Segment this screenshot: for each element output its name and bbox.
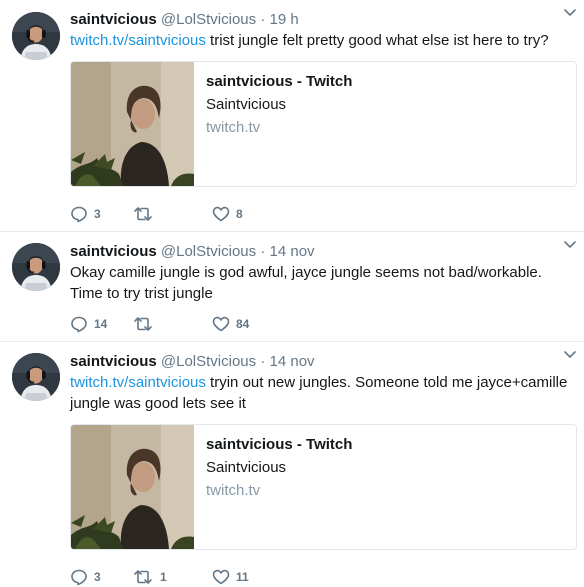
tweet[interactable]: saintvicious @LolStvicious · 14 nov Okay… xyxy=(0,232,584,342)
reply-button[interactable]: 3 xyxy=(70,568,132,586)
tweet-actions: 3 1 11 xyxy=(70,567,249,587)
like-button[interactable]: 8 xyxy=(212,205,243,223)
card-title: saintvicious - Twitch xyxy=(206,73,353,90)
user-name[interactable]: saintvicious xyxy=(70,11,157,28)
card-description: Saintvicious xyxy=(206,459,287,476)
retweet-icon xyxy=(134,317,152,331)
reply-count: 14 xyxy=(94,317,108,331)
card-body: saintvicious - Twitch Saintvicious twitc… xyxy=(206,72,566,138)
like-button[interactable]: 84 xyxy=(212,315,249,333)
heart-icon xyxy=(212,316,230,332)
reply-count: 3 xyxy=(94,207,101,221)
separator-dot: · xyxy=(260,243,266,260)
link-card[interactable]: saintvicious - Twitch Saintvicious twitc… xyxy=(70,424,577,550)
tweet[interactable]: saintvicious @LolStvicious · 14 nov twit… xyxy=(0,342,584,586)
reply-count: 3 xyxy=(94,570,101,584)
reply-button[interactable]: 3 xyxy=(70,205,132,223)
avatar[interactable] xyxy=(12,243,60,291)
separator-dot: · xyxy=(260,11,266,28)
tweet-content: saintvicious @LolStvicious · 14 nov Okay… xyxy=(70,242,574,333)
card-thumbnail xyxy=(71,425,194,549)
chevron-down-icon[interactable] xyxy=(562,346,578,362)
tweet-timestamp[interactable]: 19 h xyxy=(270,11,299,28)
tweet-header: saintvicious @LolStvicious · 19 h xyxy=(70,10,574,30)
tweet-header: saintvicious @LolStvicious · 14 nov xyxy=(70,352,574,372)
card-description: Saintvicious xyxy=(206,96,287,113)
user-name[interactable]: saintvicious xyxy=(70,243,157,260)
tweet-body: trist jungle felt pretty good what else … xyxy=(205,32,549,49)
reply-icon xyxy=(71,569,87,586)
tweet-content: saintvicious @LolStvicious · 14 nov twit… xyxy=(70,352,577,586)
tweet-text: twitch.tv/saintvicious trist jungle felt… xyxy=(70,30,574,51)
retweet-button[interactable]: 1 xyxy=(132,568,212,586)
reply-icon xyxy=(71,316,87,333)
retweet-count: 1 xyxy=(160,570,167,584)
retweet-icon xyxy=(134,570,152,584)
like-count: 8 xyxy=(236,207,243,221)
tweet-link[interactable]: twitch.tv/saintvicious xyxy=(70,32,206,49)
avatar[interactable] xyxy=(12,353,60,401)
card-thumbnail xyxy=(71,62,194,186)
like-button[interactable]: 11 xyxy=(212,568,249,586)
tweet-header: saintvicious @LolStvicious · 14 nov xyxy=(70,242,574,262)
tweet-timestamp[interactable]: 14 nov xyxy=(270,243,315,260)
tweet-link[interactable]: twitch.tv/saintvicious xyxy=(70,374,206,391)
tweet[interactable]: saintvicious @LolStvicious · 19 h twitch… xyxy=(0,0,584,232)
avatar[interactable] xyxy=(12,12,60,60)
tweet-text: twitch.tv/saintvicious tryin out new jun… xyxy=(70,372,574,414)
retweet-button[interactable] xyxy=(132,205,212,223)
reply-button[interactable]: 14 xyxy=(70,315,132,333)
retweet-icon xyxy=(134,207,152,221)
chevron-down-icon[interactable] xyxy=(562,4,578,20)
card-domain: twitch.tv xyxy=(206,119,261,136)
tweet-actions: 3 8 xyxy=(70,204,243,224)
chevron-down-icon[interactable] xyxy=(562,236,578,252)
user-name[interactable]: saintvicious xyxy=(70,353,157,370)
heart-icon xyxy=(212,206,230,222)
card-title: saintvicious - Twitch xyxy=(206,436,353,453)
retweet-button[interactable] xyxy=(132,315,212,333)
card-body: saintvicious - Twitch Saintvicious twitc… xyxy=(206,435,566,501)
card-domain: twitch.tv xyxy=(206,482,261,499)
tweet-timestamp[interactable]: 14 nov xyxy=(270,353,315,370)
link-card[interactable]: saintvicious - Twitch Saintvicious twitc… xyxy=(70,61,577,187)
tweet-actions: 14 84 xyxy=(70,314,249,334)
like-count: 84 xyxy=(236,317,250,331)
like-count: 11 xyxy=(236,570,249,584)
user-handle[interactable]: @LolStvicious xyxy=(161,11,256,28)
user-handle[interactable]: @LolStvicious xyxy=(161,243,256,260)
reply-icon xyxy=(71,206,87,223)
heart-icon xyxy=(212,569,230,585)
separator-dot: · xyxy=(260,353,266,370)
tweet-text: Okay camille jungle is god awful, jayce … xyxy=(70,264,542,302)
tweet-content: saintvicious @LolStvicious · 19 h twitch… xyxy=(70,10,577,223)
user-handle[interactable]: @LolStvicious xyxy=(161,353,256,370)
